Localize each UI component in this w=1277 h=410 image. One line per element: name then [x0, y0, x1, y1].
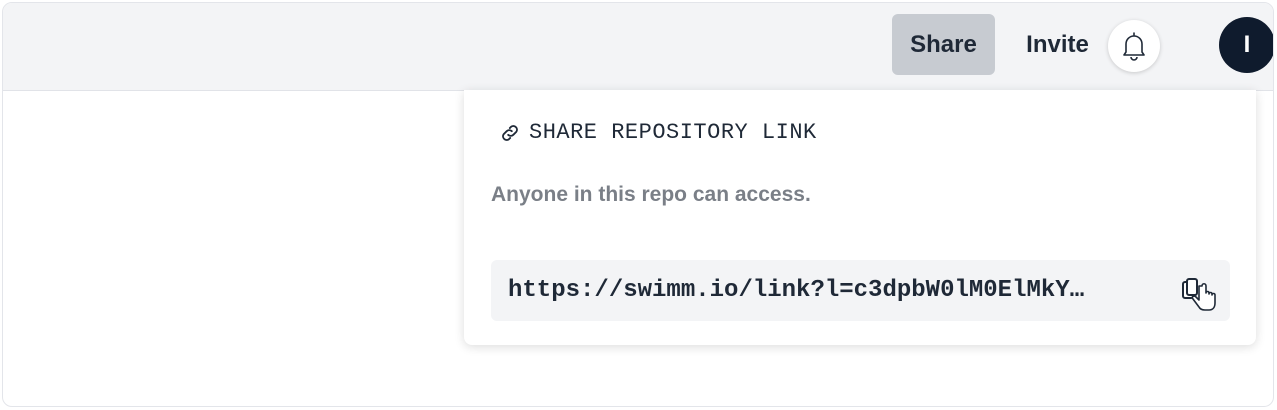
bell-icon [1123, 32, 1145, 61]
popover-title: SHARE REPOSITORY LINK [499, 120, 817, 145]
link-icon [502, 124, 518, 141]
copy-link-button[interactable] [1179, 272, 1225, 318]
invite-button[interactable]: Invite [1010, 14, 1105, 75]
notifications-button[interactable] [1108, 20, 1160, 72]
access-description: Anyone in this repo can access. [491, 183, 811, 206]
copy-icon [1182, 278, 1216, 311]
share-repository-popover: SHARE REPOSITORY LINK Anyone in this rep… [464, 90, 1256, 345]
share-button[interactable]: Share [892, 14, 995, 75]
user-avatar[interactable]: I [1219, 17, 1273, 73]
top-bar: Share Invite I [3, 3, 1273, 91]
share-link-field[interactable]: https://swimm.io/link?l=c3dpbW0lM0ElMkY… [491, 260, 1230, 321]
popover-title-text: SHARE REPOSITORY LINK [529, 120, 817, 145]
app-window: Share Invite I SHARE REPOSITORY LINK Any… [2, 2, 1274, 407]
share-link-url[interactable]: https://swimm.io/link?l=c3dpbW0lM0ElMkY… [508, 260, 1148, 321]
